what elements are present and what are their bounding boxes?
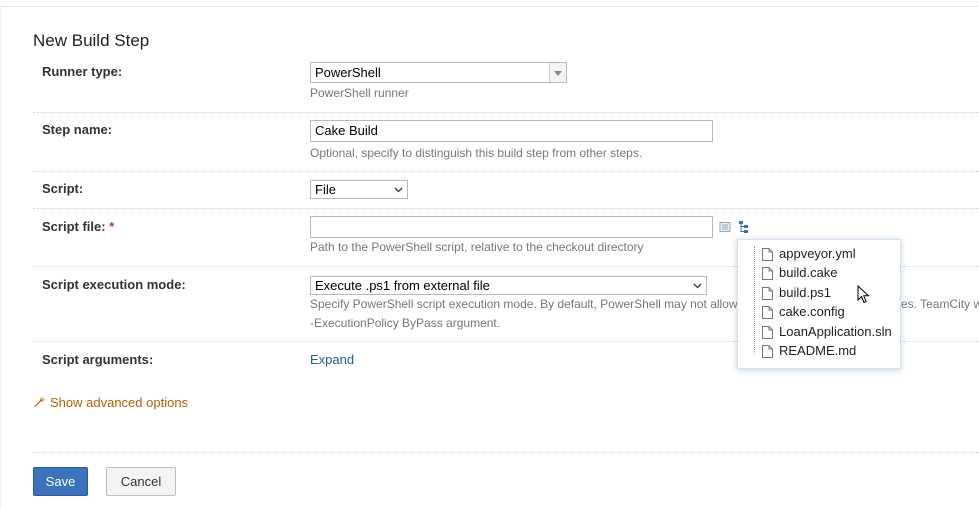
execution-mode-note-tail: es. TeamCity w: [901, 297, 979, 311]
script-file-label-text: Script file:: [42, 219, 106, 234]
file-tree-icon[interactable]: [738, 220, 751, 234]
runner-type-value: PowerShell: [315, 65, 381, 80]
tree-connector-line: [754, 246, 755, 354]
step-name-note: Optional, specify to distinguish this bu…: [310, 146, 643, 160]
file-icon: [762, 344, 773, 358]
cancel-button[interactable]: Cancel: [106, 467, 176, 496]
list-icon[interactable]: [719, 221, 731, 233]
step-name-input[interactable]: Cake Build: [310, 120, 713, 142]
file-icon: [762, 266, 773, 280]
row-separator: [33, 112, 979, 113]
row-separator: [33, 171, 979, 172]
row-separator: [33, 208, 979, 209]
execution-mode-label: Script execution mode:: [42, 277, 186, 292]
required-mark: *: [109, 219, 115, 234]
execution-mode-select[interactable]: Execute .ps1 from external file: [310, 276, 707, 295]
script-select-value: File: [315, 182, 336, 197]
chevron-down-icon: [693, 279, 702, 294]
script-arguments-label: Script arguments:: [42, 352, 154, 367]
left-border: [0, 6, 1, 509]
wrench-icon: [33, 396, 45, 408]
execution-mode-note-line1: Specify PowerShell script execution mode…: [310, 297, 738, 311]
file-icon: [762, 286, 773, 300]
show-advanced-options-label: Show advanced options: [50, 395, 189, 410]
file-name: appveyor.yml: [779, 246, 856, 261]
runner-type-select[interactable]: PowerShell: [310, 62, 567, 83]
save-button[interactable]: Save: [33, 467, 88, 496]
top-border: [0, 6, 979, 7]
script-select[interactable]: File: [310, 180, 408, 199]
script-file-label: Script file: *: [42, 219, 114, 234]
dropdown-arrow-icon[interactable]: [549, 63, 566, 82]
file-name: build.cake: [779, 265, 838, 280]
row-separator: [33, 452, 979, 453]
execution-mode-note-line2: -ExecutionPolicy ByPass argument.: [310, 316, 501, 330]
step-name-label: Step name:: [42, 122, 113, 137]
script-file-input[interactable]: [310, 216, 713, 238]
file-icon: [762, 325, 773, 339]
file-chooser-popup: appveyor.yml build.cake build.ps1 cake.c…: [737, 239, 901, 369]
file-icon: [762, 305, 773, 319]
script-file-note: Path to the PowerShell script, relative …: [310, 240, 644, 254]
file-name: LoanApplication.sln: [779, 324, 892, 339]
step-name-value: Cake Build: [315, 123, 378, 138]
page-title: New Build Step: [33, 31, 150, 50]
script-label: Script:: [42, 181, 84, 196]
show-advanced-options-link[interactable]: Show advanced options: [33, 395, 188, 410]
runner-type-label: Runner type:: [42, 64, 123, 79]
file-name: cake.config: [779, 304, 845, 319]
mouse-pointer-icon: [857, 284, 871, 305]
runner-type-note: PowerShell runner: [310, 86, 409, 100]
file-icon: [762, 247, 773, 261]
chevron-down-icon: [394, 183, 403, 198]
execution-mode-value: Execute .ps1 from external file: [315, 278, 490, 293]
file-name: README.md: [779, 343, 857, 358]
expand-link[interactable]: Expand: [310, 352, 354, 367]
file-name: build.ps1: [779, 285, 832, 300]
